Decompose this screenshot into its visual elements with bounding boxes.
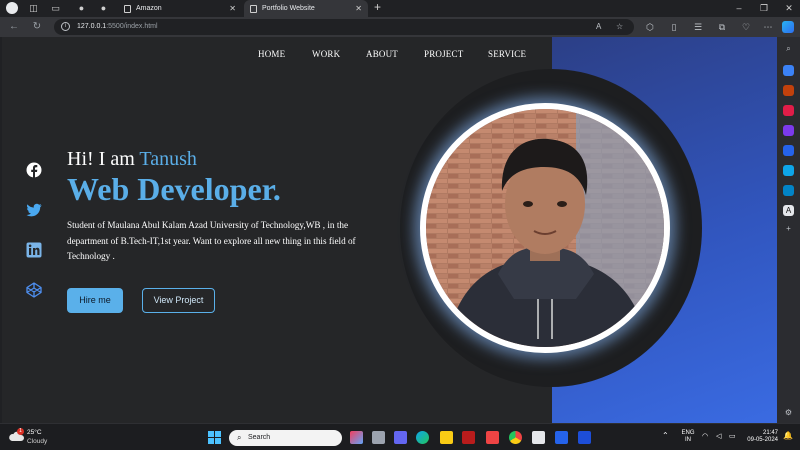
twitter-icon[interactable] <box>26 202 42 218</box>
taskbar-edge-icon[interactable] <box>416 431 429 444</box>
sidebar-send-icon[interactable] <box>783 185 794 196</box>
hire-me-button[interactable]: Hire me <box>67 288 123 313</box>
reload-icon[interactable]: ↻ <box>31 21 43 33</box>
role-heading: Web Developer. <box>67 171 281 207</box>
split-screen-icon[interactable]: ▯ <box>668 21 680 33</box>
tray-expand-icon[interactable]: ⌃ <box>662 432 669 440</box>
volume-icon[interactable]: ◁ <box>716 433 721 440</box>
settings-more-icon[interactable]: ⋯ <box>762 21 774 33</box>
page-icon <box>250 5 257 13</box>
sidebar-office-icon[interactable] <box>783 145 794 156</box>
sidebar-settings-icon[interactable]: ⚙ <box>783 407 794 418</box>
taskbar-search[interactable]: ⌕ Search <box>229 430 342 446</box>
region-code: IN <box>685 437 691 443</box>
greeting-heading: Hi! I am Tanush <box>67 148 197 171</box>
windows-start-icon[interactable] <box>208 431 221 444</box>
taskbar-app-icon[interactable] <box>462 431 475 444</box>
back-icon[interactable]: ← <box>8 21 20 33</box>
profile-photo <box>420 103 670 353</box>
taskbar-copilot-icon[interactable] <box>350 431 363 444</box>
sidebar-add-icon[interactable]: + <box>783 223 794 234</box>
weather-temp: 25°C <box>27 429 42 436</box>
new-tab-button[interactable]: + <box>372 1 383 13</box>
sidebar-outlook-icon[interactable] <box>783 165 794 176</box>
url-host: 127.0.0.1 <box>77 23 107 30</box>
extensions-icon[interactable]: ⬡ <box>644 21 656 33</box>
portfolio-page: HOME WORK ABOUT PROJECT SERVICE Hi! I am… <box>2 37 777 423</box>
taskbar: 1 25°C Cloudy ⌕ Search ⌃ ENG IN ◠ ◁ ▭ 21… <box>0 423 800 450</box>
read-aloud-icon[interactable]: A <box>596 21 601 33</box>
view-project-button[interactable]: View Project <box>142 288 215 313</box>
close-window-icon[interactable]: ✕ <box>782 1 796 15</box>
close-tab-icon[interactable]: ✕ <box>355 0 362 17</box>
taskbar-store-icon[interactable] <box>532 431 545 444</box>
nav-project[interactable]: PROJECT <box>424 49 463 59</box>
codepen-icon[interactable] <box>26 282 42 298</box>
name-text: Tanush <box>139 148 197 170</box>
page-icon <box>124 5 131 13</box>
taskbar-file-explorer-icon[interactable] <box>440 431 453 444</box>
sidebar-search-icon[interactable]: ⌕ <box>783 43 794 54</box>
sidebar-tools-icon[interactable] <box>783 85 794 96</box>
url-field[interactable]: i 127.0.0.1:5500/index.html A ☆ <box>54 19 634 35</box>
minimize-icon[interactable]: – <box>732 1 746 15</box>
workspaces-icon[interactable]: ◫ <box>28 3 39 14</box>
sidebar-game-icon[interactable] <box>783 105 794 116</box>
search-icon: ⌕ <box>237 433 242 442</box>
favorite-star-icon[interactable]: ☆ <box>616 21 623 33</box>
sidebar-copilot-icon[interactable] <box>783 125 794 136</box>
sidebar-app-icon[interactable]: A <box>783 205 794 216</box>
facebook-icon[interactable] <box>26 162 42 178</box>
screen: ◫ ▭ ● ● Amazon ✕ Portfolio Website ✕ + –… <box>0 0 800 450</box>
taskbar-vscode-icon[interactable] <box>555 431 568 444</box>
taskbar-teams-icon[interactable] <box>394 431 407 444</box>
tab-strip: ◫ ▭ ● ● Amazon ✕ Portfolio Website ✕ + –… <box>0 0 800 17</box>
search-label: Search <box>248 434 271 441</box>
github-tab-icon[interactable]: ● <box>76 3 87 14</box>
taskbar-youtube-icon[interactable] <box>486 431 499 444</box>
edge-sidebar: ⌕ A + ⚙ <box>777 37 800 423</box>
copilot-icon[interactable] <box>782 21 794 33</box>
tab-title: Portfolio Website <box>262 5 315 12</box>
clock-time: 21:47 <box>762 430 778 436</box>
person-illustration <box>426 109 664 347</box>
intro-description: Student of Maulana Abul Kalam Azad Unive… <box>67 220 356 261</box>
weather-badge: 1 <box>17 428 24 435</box>
browser-essentials-icon[interactable]: ♡ <box>740 21 752 33</box>
url-path: :5500/index.html <box>106 23 158 30</box>
language-code: ENG <box>681 430 695 436</box>
nav-service[interactable]: SERVICE <box>488 49 526 59</box>
taskbar-chrome-icon[interactable] <box>509 431 522 444</box>
battery-icon[interactable]: ▭ <box>729 433 736 440</box>
favorites-icon[interactable]: ☰ <box>692 21 704 33</box>
tab-portfolio[interactable]: Portfolio Website ✕ <box>244 0 368 17</box>
address-bar: ← ↻ i 127.0.0.1:5500/index.html A ☆ ⬡ ▯ … <box>0 17 800 37</box>
taskbar-task-view-icon[interactable] <box>372 431 385 444</box>
sidebar-tag-icon[interactable] <box>783 65 794 76</box>
linkedin-icon[interactable] <box>26 242 42 258</box>
notification-bell-icon[interactable]: 🔔 <box>783 432 793 440</box>
nav-work[interactable]: WORK <box>312 49 340 59</box>
tab-actions-icon[interactable]: ▭ <box>50 3 61 14</box>
nav-about[interactable]: ABOUT <box>366 49 398 59</box>
site-info-icon[interactable]: i <box>61 22 70 31</box>
tab-amazon[interactable]: Amazon ✕ <box>118 0 242 17</box>
collections-icon[interactable]: ⧉ <box>716 21 728 33</box>
profile-avatar-icon[interactable] <box>6 2 18 14</box>
maximize-icon[interactable]: ❐ <box>757 1 771 15</box>
language-indicator[interactable]: ENG IN <box>680 430 696 444</box>
taskbar-word-icon[interactable] <box>578 431 591 444</box>
github-tab-icon-2[interactable]: ● <box>98 3 109 14</box>
tab-title: Amazon <box>136 5 162 12</box>
weather-condition: Cloudy <box>27 438 48 445</box>
close-tab-icon[interactable]: ✕ <box>229 0 236 17</box>
clock-date: 09-05-2024 <box>747 437 778 443</box>
url-text: 127.0.0.1:5500/index.html <box>77 19 158 35</box>
greeting-text: Hi! I am <box>67 148 140 170</box>
nav-home[interactable]: HOME <box>258 49 285 59</box>
wifi-icon[interactable]: ◠ <box>702 433 708 440</box>
clock[interactable]: 21:47 09-05-2024 <box>742 430 778 444</box>
